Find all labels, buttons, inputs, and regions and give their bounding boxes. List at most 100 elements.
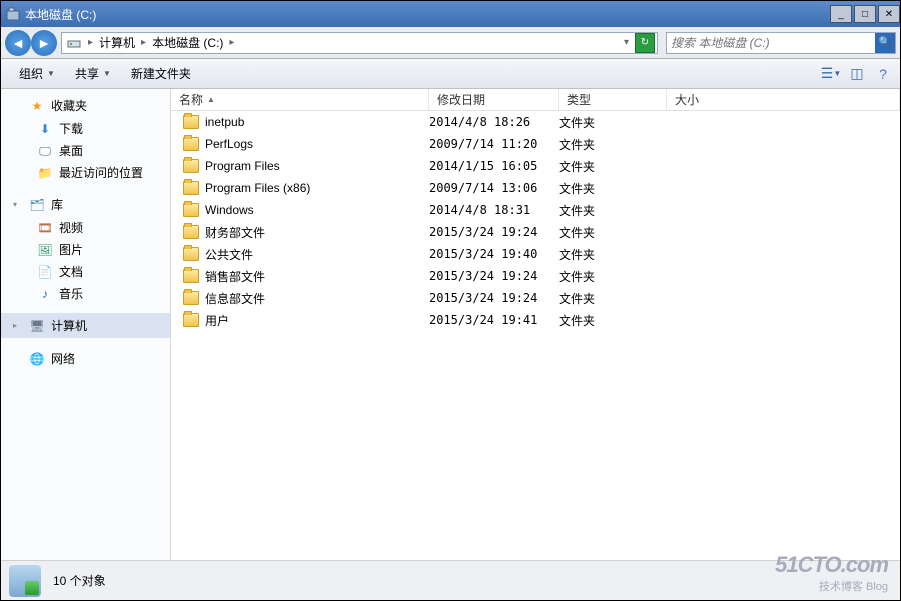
file-type: 文件夹 [559,268,667,285]
status-text: 10 个对象 [53,572,106,589]
search-input[interactable] [667,36,875,50]
breadcrumb[interactable]: 计算机 [97,34,137,51]
file-date: 2015/3/24 19:24 [429,225,559,239]
file-type: 文件夹 [559,202,667,219]
organize-menu[interactable]: 组织▼ [9,65,65,82]
col-name[interactable]: 名称▲ [171,89,429,110]
column-header: 名称▲ 修改日期 类型 大小 [171,89,900,111]
file-date: 2009/7/14 13:06 [429,181,559,195]
table-row[interactable]: 销售部文件 2015/3/24 19:24文件夹 [171,265,900,287]
download-icon: ⬇ [37,121,53,137]
history-dropdown[interactable]: ▾ [620,37,633,48]
file-name: 信息部文件 [205,290,265,307]
drive-icon [9,565,41,597]
file-type: 文件夹 [559,136,667,153]
picture-icon: 🖼 [37,242,53,258]
main-area: ★ 收藏夹 ⬇下载 🖵桌面 📁最近访问的位置 ▾ 🗂 库 🎞视频 🖼图片 📄文档… [1,89,900,560]
refresh-button[interactable]: ↻ [635,33,655,53]
chevron-icon[interactable]: ▸ [225,37,238,48]
sidebar-label: 网络 [51,350,75,367]
close-button[interactable]: ✕ [878,5,900,23]
preview-pane-icon[interactable]: ◫ [848,65,866,83]
file-date: 2014/4/8 18:26 [429,115,559,129]
file-date: 2015/3/24 19:41 [429,313,559,327]
sidebar-item-recent[interactable]: 📁最近访问的位置 [1,162,170,184]
sidebar-item-documents[interactable]: 📄文档 [1,261,170,283]
document-icon: 📄 [37,264,53,280]
window-title: 本地磁盘 (C:) [25,6,828,23]
forward-button[interactable]: ► [31,30,57,56]
share-menu[interactable]: 共享▼ [65,65,121,82]
table-row[interactable]: 公共文件 2015/3/24 19:40文件夹 [171,243,900,265]
table-row[interactable]: 信息部文件2015/3/24 19:24文件夹 [171,287,900,309]
file-type: 文件夹 [559,224,667,241]
folder-icon [183,203,199,217]
folder-icon [183,115,199,129]
computer-icon: 🖥 [29,318,45,334]
file-name: 公共文件 [205,246,253,263]
chevron-icon[interactable]: ▸ [137,37,150,48]
sidebar-item-downloads[interactable]: ⬇下载 [1,118,170,140]
chevron-icon[interactable]: ▸ [84,37,97,48]
sidebar: ★ 收藏夹 ⬇下载 🖵桌面 📁最近访问的位置 ▾ 🗂 库 🎞视频 🖼图片 📄文档… [1,89,171,560]
file-type: 文件夹 [559,246,667,263]
file-name: PerfLogs [205,137,253,151]
file-name: 财务部文件 [205,224,265,241]
desktop-icon: 🖵 [37,143,53,159]
drive-icon [64,35,84,51]
sidebar-label: 计算机 [51,317,87,334]
file-type: 文件夹 [559,114,667,131]
file-date: 2015/3/24 19:24 [429,269,559,283]
table-row[interactable]: inetpub2014/4/8 18:26文件夹 [171,111,900,133]
file-name: 销售部文件 [205,268,265,285]
sidebar-item-music[interactable]: ♪音乐 [1,283,170,305]
sidebar-label: 库 [51,196,63,213]
star-icon: ★ [29,98,45,114]
sidebar-favorites[interactable]: ★ 收藏夹 [1,93,170,118]
video-icon: 🎞 [37,220,53,236]
new-folder-button[interactable]: 新建文件夹 [121,65,201,82]
table-row[interactable]: Program Files (x86)2009/7/14 13:06文件夹 [171,177,900,199]
address-bar[interactable]: ▸ 计算机 ▸ 本地磁盘 (C:) ▸ ▾ ↻ [61,32,658,54]
folder-icon [183,269,199,283]
folder-icon [183,181,199,195]
file-date: 2015/3/24 19:40 [429,247,559,261]
folder-icon [183,291,199,305]
sidebar-computer[interactable]: ▸ 🖥 计算机 [1,313,170,338]
col-size[interactable]: 大小 [667,89,900,110]
network-icon: 🌐 [29,351,45,367]
back-button[interactable]: ◄ [5,30,31,56]
sidebar-item-videos[interactable]: 🎞视频 [1,217,170,239]
file-name: 用户 [205,312,229,329]
col-date[interactable]: 修改日期 [429,89,559,110]
table-row[interactable]: PerfLogs2009/7/14 11:20文件夹 [171,133,900,155]
col-type[interactable]: 类型 [559,89,667,110]
search-button[interactable]: 🔍 [875,33,895,53]
breadcrumb[interactable]: 本地磁盘 (C:) [150,34,225,51]
sidebar-network[interactable]: 🌐 网络 [1,346,170,371]
file-name: Windows [205,203,254,217]
table-row[interactable]: 用户 2015/3/24 19:41文件夹 [171,309,900,331]
sidebar-item-pictures[interactable]: 🖼图片 [1,239,170,261]
chevron-right-icon: ▸ [13,321,23,330]
app-icon [5,6,21,22]
help-icon[interactable]: ? [874,65,892,83]
title-bar: 本地磁盘 (C:) _ □ ✕ [1,1,900,27]
folder-icon [183,247,199,261]
sidebar-libraries[interactable]: ▾ 🗂 库 [1,192,170,217]
table-row[interactable]: Windows 2014/4/8 18:31文件夹 [171,199,900,221]
file-list: inetpub2014/4/8 18:26文件夹PerfLogs2009/7/1… [171,111,900,560]
sidebar-label: 收藏夹 [51,97,87,114]
file-date: 2014/1/15 16:05 [429,159,559,173]
table-row[interactable]: 财务部文件 2015/3/24 19:24文件夹 [171,221,900,243]
file-date: 2014/4/8 18:31 [429,203,559,217]
folder-icon [183,313,199,327]
table-row[interactable]: Program Files2014/1/15 16:05文件夹 [171,155,900,177]
file-type: 文件夹 [559,312,667,329]
maximize-button[interactable]: □ [854,5,876,23]
folder-icon [183,137,199,151]
minimize-button[interactable]: _ [830,5,852,23]
sidebar-item-desktop[interactable]: 🖵桌面 [1,140,170,162]
view-menu-icon[interactable]: ☰ ▼ [822,65,840,83]
search-box[interactable]: 🔍 [666,32,896,54]
